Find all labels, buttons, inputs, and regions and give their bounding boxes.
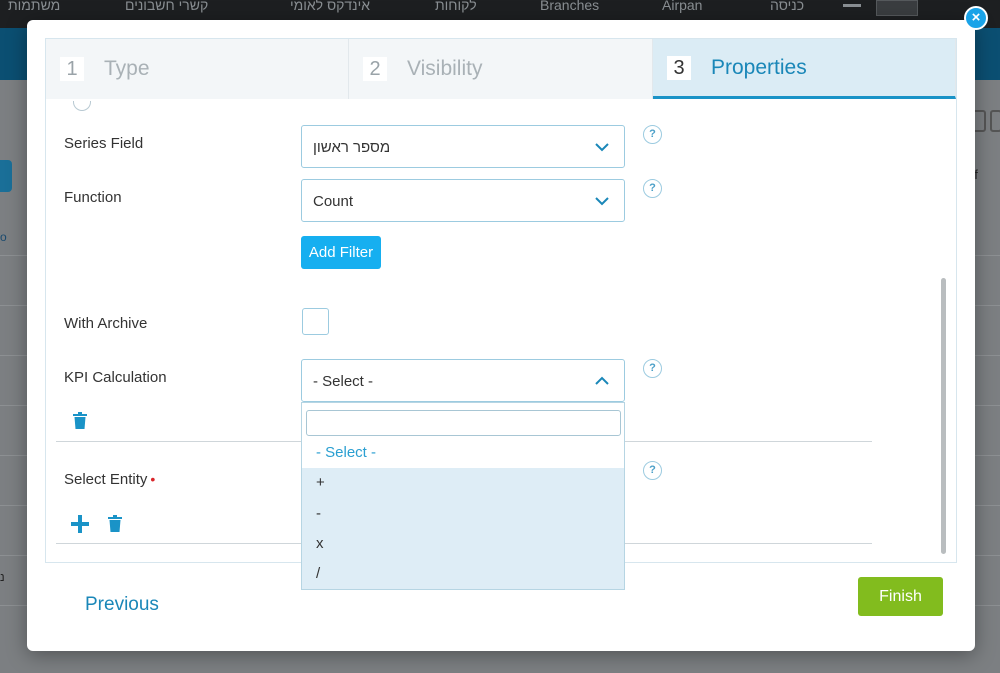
step-label: Visibility — [407, 57, 483, 80]
function-label: Function — [64, 189, 122, 206]
bg-minus-icon — [843, 4, 861, 7]
add-filter-button[interactable]: Add Filter — [301, 236, 381, 269]
help-icon[interactable]: ? — [643, 461, 662, 480]
with-archive-label: With Archive — [64, 315, 148, 332]
background-text: o — [0, 230, 7, 244]
trash-icon[interactable] — [72, 412, 88, 429]
chevron-down-icon — [595, 143, 609, 152]
scrollbar-thumb[interactable] — [941, 278, 946, 554]
step-properties[interactable]: 3 Properties — [653, 39, 956, 99]
function-value: Count — [313, 193, 354, 210]
kpi-calculation-value: - Select - — [313, 373, 374, 390]
select-entity-label: Select Entity • — [64, 471, 155, 488]
step-label: Type — [104, 57, 150, 80]
plus-icon[interactable] — [71, 515, 89, 533]
dropdown-option[interactable]: - Select - — [302, 438, 624, 468]
required-indicator: • — [150, 471, 156, 487]
background-side-button — [0, 160, 12, 192]
chevron-up-icon — [595, 376, 609, 385]
dropdown-option[interactable]: + — [302, 468, 624, 499]
step-visibility[interactable]: 2 Visibility — [349, 39, 653, 99]
wizard-steps: 1 Type 2 Visibility 3 Properties — [46, 39, 956, 99]
series-field-select[interactable]: מספר ראשון — [301, 125, 625, 168]
kpi-calculation-select[interactable]: - Select - — [301, 359, 625, 402]
help-icon[interactable] — [73, 101, 91, 111]
help-icon[interactable]: ? — [643, 359, 662, 378]
help-icon[interactable]: ? — [643, 125, 662, 144]
dropdown-option[interactable]: x — [302, 529, 624, 559]
previous-button[interactable]: Previous — [85, 594, 159, 616]
step-number: 3 — [667, 55, 691, 80]
chevron-down-icon — [595, 197, 609, 206]
dropdown-option[interactable]: - — [302, 499, 624, 529]
step-type[interactable]: 1 Type — [46, 39, 349, 99]
select-entity-text: Select Entity — [64, 471, 148, 488]
series-field-label: Series Field — [64, 135, 144, 152]
with-archive-checkbox[interactable] — [302, 308, 329, 335]
help-icon[interactable]: ? — [643, 179, 662, 198]
dropdown-search-input[interactable] — [306, 410, 621, 436]
bg-add-button — [876, 0, 918, 16]
kpi-calculation-label: KPI Calculation — [64, 369, 167, 386]
series-field-value: מספר ראשון — [313, 139, 391, 156]
finish-button[interactable]: Finish — [858, 577, 943, 616]
function-select[interactable]: Count — [301, 179, 625, 222]
trash-icon[interactable] — [107, 515, 123, 532]
step-label: Properties — [711, 55, 807, 79]
background-text: נ — [0, 570, 5, 584]
dropdown-option[interactable]: / — [302, 559, 624, 589]
kpi-calculation-dropdown: - Select - + - x / — [301, 402, 625, 590]
step-number: 2 — [363, 57, 387, 81]
step-number: 1 — [60, 57, 84, 81]
background-icon — [990, 110, 1000, 132]
close-icon[interactable]: × — [964, 6, 988, 30]
